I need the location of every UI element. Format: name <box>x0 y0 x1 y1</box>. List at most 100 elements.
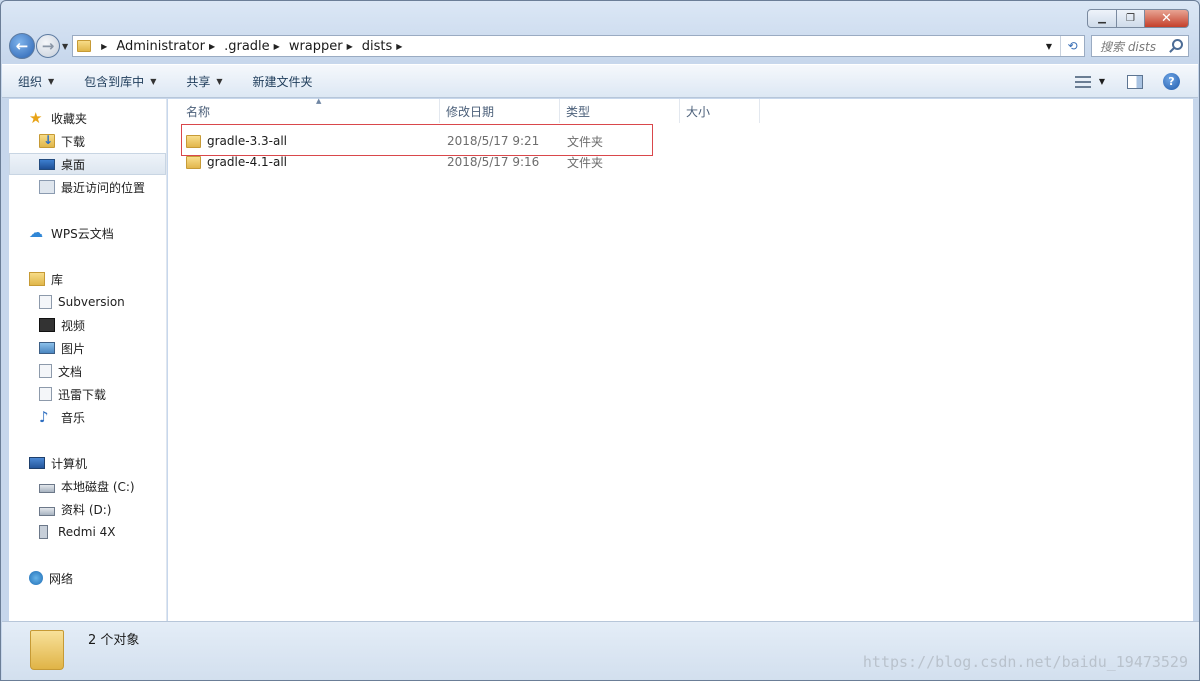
nav-wps-cloud[interactable]: ☁ WPS云文档 <box>9 222 166 244</box>
column-header-type[interactable]: 类型 <box>560 99 680 123</box>
network-icon <box>29 571 43 585</box>
nav-music[interactable]: ♪ 音乐 <box>9 406 166 428</box>
toolbar-right: ▼ ? <box>1074 73 1180 90</box>
status-bar: 2 个对象 https://blog.csdn.net/baidu_194735… <box>2 621 1199 680</box>
new-folder-button[interactable]: 新建文件夹 <box>253 73 313 90</box>
navigation-pane: ★收藏夹 下载 桌面 最近访问的位置 ☁WPS云文档 库 Subversion … <box>9 99 167 621</box>
help-icon[interactable]: ? <box>1163 73 1180 90</box>
folder-icon <box>186 155 201 169</box>
cloud-icon: ☁ <box>29 225 43 241</box>
file-list: 名称 ▲ 修改日期 类型 大小 gradle-3.3-all 2018/5/17 … <box>168 97 1193 621</box>
view-options-dropdown[interactable]: ▼ <box>1099 77 1105 86</box>
computer-icon <box>29 457 45 469</box>
breadcrumb-gradle[interactable]: .gradle <box>224 39 270 54</box>
highlight-annotation <box>181 124 653 156</box>
nav-label: 最近访问的位置 <box>61 180 146 195</box>
close-button[interactable]: ✕ <box>1145 9 1189 28</box>
caption-buttons: ▁ ❐ ✕ <box>1087 9 1189 28</box>
breadcrumb-wrapper[interactable]: wrapper <box>289 39 343 54</box>
nav-label: 迅雷下载 <box>58 387 107 402</box>
address-bar[interactable]: ▶ Administrator ▶ .gradle ▶ wrapper ▶ di… <box>72 35 1085 57</box>
nav-label: 下载 <box>61 134 86 149</box>
nav-documents[interactable]: 文档 <box>9 360 166 382</box>
nav-desktop[interactable]: 桌面 <box>9 153 166 175</box>
address-history-dropdown[interactable]: ▼ <box>1042 36 1056 56</box>
nav-pictures[interactable]: 图片 <box>9 337 166 359</box>
back-button[interactable]: ← <box>9 33 35 59</box>
nav-drive-c[interactable]: 本地磁盘 (C:) <box>9 475 166 497</box>
video-icon <box>39 318 55 332</box>
column-header-label: 名称 <box>186 104 211 119</box>
chevron-right-icon[interactable]: ▶ <box>274 42 280 51</box>
nav-label: 图片 <box>61 341 86 356</box>
phone-icon <box>39 525 48 539</box>
chevron-right-icon[interactable]: ▶ <box>347 42 353 51</box>
recent-places-icon <box>39 180 55 194</box>
command-bar: 组织 ▼ 包含到库中 ▼ 共享 ▼ 新建文件夹 ▼ ? <box>2 64 1198 98</box>
nav-favorites[interactable]: ★ 收藏夹 <box>9 107 166 129</box>
nav-label: 库 <box>51 272 64 287</box>
nav-subversion[interactable]: Subversion <box>9 291 166 313</box>
nav-label: 文档 <box>58 364 83 379</box>
nav-recent-places[interactable]: 最近访问的位置 <box>9 176 166 198</box>
desktop-icon <box>39 158 55 170</box>
explorer-window: ▁ ❐ ✕ ← → ▼ ▶ Administrator ▶ .gradle ▶ … <box>0 0 1200 681</box>
hard-drive-icon <box>39 506 55 516</box>
file-name: gradle-4.1-all <box>207 155 288 169</box>
forward-button[interactable]: → <box>36 34 60 58</box>
item-count: 2 个对象 <box>88 633 140 648</box>
recent-pages-dropdown[interactable]: ▼ <box>62 42 68 51</box>
hard-drive-icon <box>39 483 55 493</box>
nav-label: 资料 (D:) <box>61 502 112 517</box>
nav-label: 桌面 <box>61 157 86 172</box>
watermark-text: https://blog.csdn.net/baidu_19473529 <box>862 653 1188 671</box>
caret-down-icon: ▼ <box>48 76 55 86</box>
chevron-right-icon[interactable]: ▶ <box>396 42 402 51</box>
chevron-right-icon[interactable]: ▶ <box>209 42 215 51</box>
star-icon: ★ <box>29 109 43 127</box>
search-icon[interactable] <box>1172 39 1183 50</box>
search-input[interactable]: 搜索 dists <box>1091 35 1189 57</box>
nav-videos[interactable]: 视频 <box>9 314 166 336</box>
view-options-icon[interactable] <box>1074 75 1091 88</box>
organize-label: 组织 <box>18 74 43 89</box>
nav-label: 计算机 <box>51 456 88 471</box>
organize-menu[interactable]: 组织 ▼ <box>18 73 54 90</box>
share-menu[interactable]: 共享 ▼ <box>186 73 222 90</box>
column-header-label: 大小 <box>686 104 711 119</box>
nav-label: WPS云文档 <box>51 226 114 241</box>
nav-drive-d[interactable]: 资料 (D:) <box>9 498 166 520</box>
download-folder-icon <box>39 133 55 148</box>
picture-icon <box>39 342 55 354</box>
folder-icon <box>30 630 64 670</box>
chevron-right-icon[interactable]: ▶ <box>101 42 107 51</box>
address-row: ← → ▼ ▶ Administrator ▶ .gradle ▶ wrappe… <box>9 33 1189 59</box>
column-header-size[interactable]: 大小 <box>680 99 760 123</box>
minimize-button[interactable]: ▁ <box>1087 9 1117 28</box>
folder-icon <box>77 40 92 52</box>
nav-libraries[interactable]: 库 <box>9 268 166 290</box>
nav-thunder-downloads[interactable]: 迅雷下载 <box>9 383 166 405</box>
nav-network[interactable]: 网络 <box>9 567 166 589</box>
include-in-library-menu[interactable]: 包含到库中 ▼ <box>84 73 156 90</box>
preview-pane-icon[interactable] <box>1127 74 1143 89</box>
maximize-button[interactable]: ❐ <box>1117 9 1145 28</box>
column-header-date[interactable]: 修改日期 <box>440 99 560 123</box>
nav-downloads[interactable]: 下载 <box>9 130 166 152</box>
column-header-label: 修改日期 <box>446 104 495 119</box>
nav-label: 本地磁盘 (C:) <box>61 479 135 494</box>
nav-redmi[interactable]: Redmi 4X <box>9 521 166 543</box>
document-library-icon <box>39 295 52 309</box>
nav-label: Redmi 4X <box>58 525 116 539</box>
column-header-name[interactable]: 名称 ▲ <box>180 97 440 123</box>
refresh-icon[interactable]: ⟲ <box>1060 36 1084 56</box>
new-folder-label: 新建文件夹 <box>252 74 313 89</box>
nav-computer[interactable]: 计算机 <box>9 452 166 474</box>
nav-label: 视频 <box>61 318 86 333</box>
arrow-left-icon: ← <box>15 37 29 55</box>
search-placeholder: 搜索 dists <box>1100 39 1156 54</box>
breadcrumb-dists[interactable]: dists <box>362 39 393 54</box>
nav-label: 收藏夹 <box>51 111 88 126</box>
breadcrumb-administrator[interactable]: Administrator <box>116 39 205 54</box>
library-icon <box>29 272 45 286</box>
